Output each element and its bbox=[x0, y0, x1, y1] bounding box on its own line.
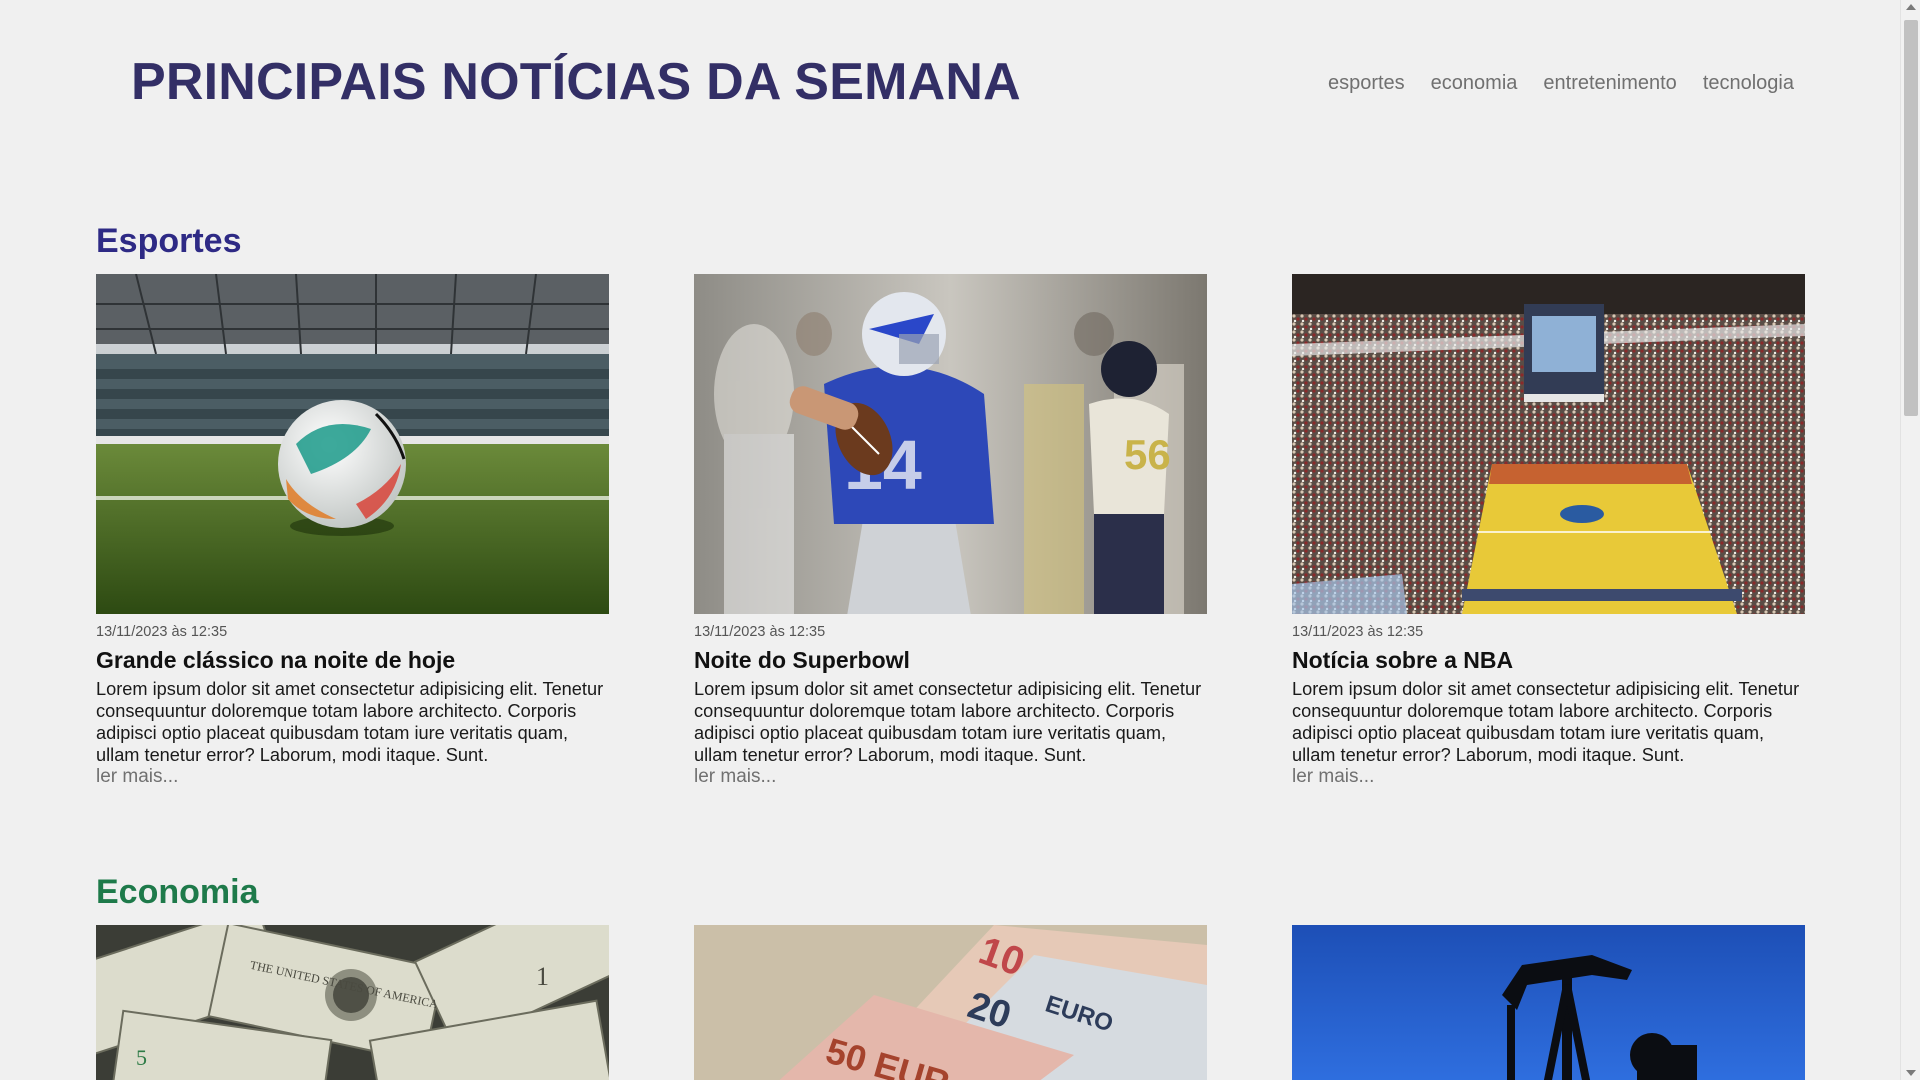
news-card: 56 14 13/11/2023 às 12:35 bbox=[694, 274, 1207, 788]
scrollbar-thumb[interactable] bbox=[1904, 20, 1918, 416]
nav-link-economia[interactable]: economia bbox=[1431, 72, 1518, 95]
read-more-link[interactable]: ler mais... bbox=[694, 766, 776, 788]
nav-link-entretenimento[interactable]: entretenimento bbox=[1543, 72, 1676, 95]
news-image-football-player[interactable]: 56 14 bbox=[694, 274, 1207, 614]
main-nav: esportes economia entretenimento tecnolo… bbox=[1328, 72, 1794, 95]
news-image-basketball-arena[interactable] bbox=[1292, 274, 1805, 614]
svg-text:56: 56 bbox=[1124, 431, 1171, 478]
news-excerpt: Lorem ipsum dolor sit amet consectetur a… bbox=[694, 679, 1202, 765]
page-scrollbar[interactable] bbox=[1900, 0, 1920, 1080]
news-excerpt: Lorem ipsum dolor sit amet consectetur a… bbox=[96, 679, 604, 765]
section-esportes: Esportes 13/11/2023 às 12:35 Grande clás… bbox=[96, 222, 1805, 788]
scroll-up-arrow-icon[interactable] bbox=[1906, 4, 1916, 10]
news-excerpt: Lorem ipsum dolor sit amet consectetur a… bbox=[1292, 679, 1800, 765]
news-card bbox=[1292, 925, 1805, 1080]
news-headline[interactable]: Notícia sobre a NBA bbox=[1292, 647, 1805, 674]
news-image-euro-banknotes[interactable]: 20 EURO 10 50 EUR bbox=[694, 925, 1207, 1080]
read-more-link[interactable]: ler mais... bbox=[1292, 766, 1374, 788]
read-more-link[interactable]: ler mais... bbox=[96, 766, 178, 788]
news-cards: 13/11/2023 às 12:35 Grande clássico na n… bbox=[96, 274, 1805, 788]
page: PRINCIPAIS NOTÍCIAS DA SEMANA esportes e… bbox=[0, 0, 1920, 1080]
news-card: THE UNITED STATES OF AMERICA 5 1 bbox=[96, 925, 609, 1080]
news-card: 13/11/2023 às 12:35 Notícia sobre a NBA … bbox=[1292, 274, 1805, 788]
svg-text:5: 5 bbox=[136, 1045, 147, 1070]
news-image-soccer-ball[interactable] bbox=[96, 274, 609, 614]
nav-link-esportes[interactable]: esportes bbox=[1328, 72, 1405, 95]
section-economia: Economia THE UNITED STATES OF AMERICA 5 … bbox=[96, 873, 1805, 1080]
section-title-economia: Economia bbox=[96, 873, 259, 911]
site-title: PRINCIPAIS NOTÍCIAS DA SEMANA bbox=[131, 53, 1021, 111]
news-date: 13/11/2023 às 12:35 bbox=[694, 624, 826, 640]
news-cards: THE UNITED STATES OF AMERICA 5 1 20 EURO bbox=[96, 925, 1805, 1080]
news-date: 13/11/2023 às 12:35 bbox=[1292, 624, 1424, 640]
nav-link-tecnologia[interactable]: tecnologia bbox=[1703, 72, 1794, 95]
news-card: 13/11/2023 às 12:35 Grande clássico na n… bbox=[96, 274, 609, 788]
news-headline[interactable]: Grande clássico na noite de hoje bbox=[96, 647, 609, 674]
section-title-esportes: Esportes bbox=[96, 222, 242, 260]
news-card: 20 EURO 10 50 EUR bbox=[694, 925, 1207, 1080]
news-date: 13/11/2023 às 12:35 bbox=[96, 624, 228, 640]
news-headline[interactable]: Noite do Superbowl bbox=[694, 647, 1207, 674]
scroll-down-arrow-icon[interactable] bbox=[1906, 1070, 1916, 1076]
svg-text:1: 1 bbox=[536, 962, 549, 991]
news-image-oil-pump[interactable] bbox=[1292, 925, 1805, 1080]
news-image-dollar-bills[interactable]: THE UNITED STATES OF AMERICA 5 1 bbox=[96, 925, 609, 1080]
